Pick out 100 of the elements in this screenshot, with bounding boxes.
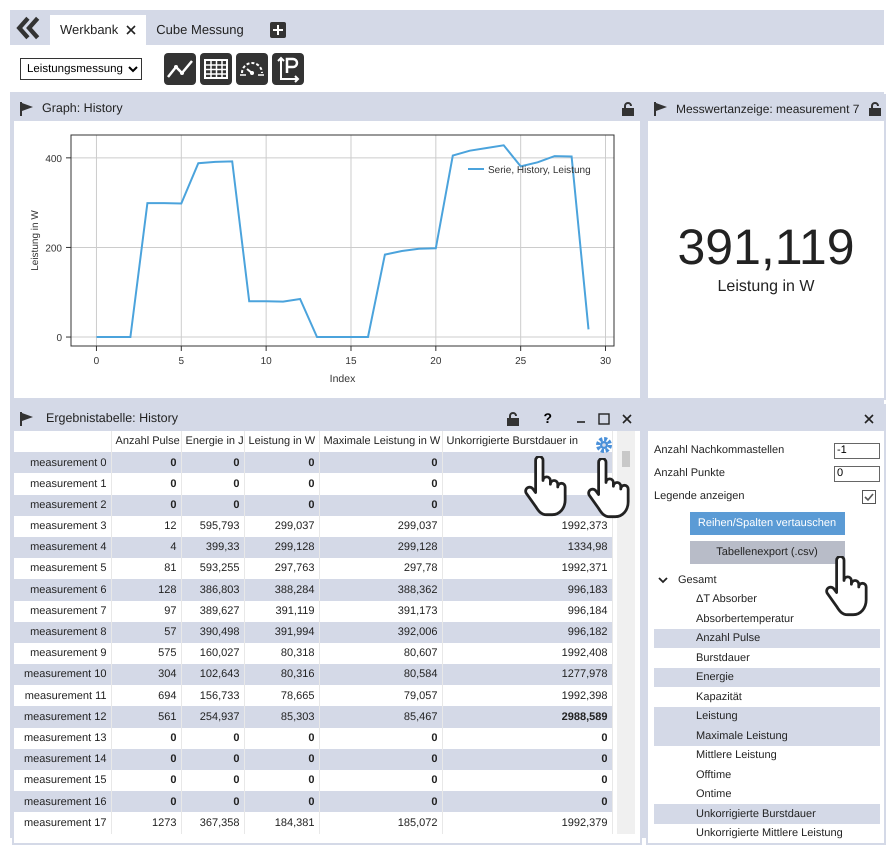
x-tick-label: 10 xyxy=(260,356,272,367)
measured-value: 391,119 xyxy=(677,220,855,275)
chevron-down-icon[interactable] xyxy=(658,574,668,585)
close-icon[interactable] xyxy=(864,414,874,424)
table-cell: 391,994 xyxy=(244,622,319,643)
table-cell: 0 xyxy=(111,494,181,516)
add-tab-icon[interactable] xyxy=(270,22,286,38)
tree-item[interactable]: Mittlere Leistung xyxy=(654,746,880,765)
table-cell: 0 xyxy=(244,452,319,474)
panel-title: Ergebnistabelle: History xyxy=(46,410,180,428)
gauge-icon[interactable] xyxy=(236,52,268,84)
x-tick-label: 0 xyxy=(94,356,100,367)
table-cell: 85,303 xyxy=(244,706,319,728)
table-cell: 0 xyxy=(181,494,244,516)
table-icon[interactable] xyxy=(200,52,232,84)
line-chart-icon[interactable] xyxy=(164,52,196,84)
padlock-icon xyxy=(620,100,636,116)
input-field[interactable]: 0 xyxy=(834,466,880,482)
table-cell: 1992,379 xyxy=(442,812,612,834)
table-cell: 0 xyxy=(442,748,612,770)
table-cell: 184,381 xyxy=(244,812,319,834)
tree-item[interactable]: Absorbertemperatur xyxy=(654,609,880,628)
tree-item[interactable]: Ontime xyxy=(654,784,880,804)
tree-item[interactable]: Kapazität xyxy=(654,687,880,706)
flag-icon xyxy=(18,100,34,116)
scrollbar[interactable] xyxy=(616,431,634,834)
x-tick-label: 20 xyxy=(430,356,442,367)
table-cell: 254,937 xyxy=(181,706,244,728)
flag-icon xyxy=(652,100,668,116)
input-field[interactable]: -1 xyxy=(834,442,880,458)
row-header: measurement 10 xyxy=(14,664,111,686)
tree-node[interactable]: Gesamt xyxy=(654,570,880,590)
row-header: measurement 17 xyxy=(14,812,111,834)
table-cell: 0 xyxy=(319,452,442,474)
close-icon[interactable] xyxy=(622,414,632,424)
scroll-thumb[interactable] xyxy=(622,451,630,467)
close-icon[interactable] xyxy=(126,25,136,35)
table-cell: 102,643 xyxy=(181,664,244,686)
table-cell: 80,316 xyxy=(244,664,319,686)
tab[interactable]: Werkbank xyxy=(50,15,146,45)
table-cell: 128 xyxy=(111,579,181,600)
table-cell: 996,182 xyxy=(442,622,612,643)
tree-item[interactable]: Offtime xyxy=(654,765,880,784)
tree-item[interactable]: Energie xyxy=(654,668,880,687)
table-cell: 299,128 xyxy=(244,536,319,558)
tree-item[interactable]: ΔT Absorber xyxy=(654,590,880,609)
table-cell: 367,358 xyxy=(181,812,244,834)
y-tick-label: 0 xyxy=(56,333,62,344)
tree-item[interactable]: Anzahl Pulse xyxy=(654,628,880,648)
table-cell: 0 xyxy=(319,494,442,516)
tree-item[interactable]: Burstdauer xyxy=(654,648,880,668)
table-cell: 0 xyxy=(181,452,244,474)
table-cell: 1273 xyxy=(111,812,181,834)
table-cell: 388,362 xyxy=(319,579,442,600)
tree-item[interactable]: Leistung xyxy=(654,706,880,726)
padlock-icon xyxy=(505,410,522,426)
action-button[interactable]: Tabellenexport (.csv) xyxy=(690,541,844,564)
axis-p-icon[interactable] xyxy=(272,52,304,84)
x-tick-label: 5 xyxy=(178,356,184,367)
row-header: measurement 4 xyxy=(14,536,111,558)
field-label: Anzahl Nachkommastellen xyxy=(654,443,784,458)
tree-item[interactable]: Maximale Leistung xyxy=(654,726,880,746)
table-cell: 0 xyxy=(244,494,319,516)
table-cell: 388,284 xyxy=(244,579,319,600)
value-label: Leistung in W xyxy=(718,277,814,297)
table-cell: 85,467 xyxy=(319,706,442,728)
table-cell: 561 xyxy=(111,706,181,728)
table-cell: 0 xyxy=(181,748,244,770)
table-cell: 996,183 xyxy=(442,579,612,600)
tab[interactable]: Cube Messung xyxy=(146,15,254,45)
x-tick-label: 15 xyxy=(345,356,357,367)
y-tick-label: 200 xyxy=(45,243,62,254)
table-cell: 0 xyxy=(111,791,181,812)
checkbox[interactable] xyxy=(862,490,876,504)
table-cell: 392,006 xyxy=(319,622,442,643)
help-button[interactable]: ? xyxy=(543,408,552,429)
row-header: measurement 6 xyxy=(14,579,111,600)
dropdown[interactable]: Leistungsmessung xyxy=(20,58,142,80)
table-cell: 0 xyxy=(442,791,612,812)
tree-item[interactable]: Unkorrigierte Mittlere Leistung xyxy=(654,824,880,843)
tree-item[interactable]: Unkorrigierte Burstdauer xyxy=(654,804,880,824)
flag-icon xyxy=(18,410,34,426)
table-cell: 185,072 xyxy=(319,812,442,834)
checkbox-label: Legende anzeigen xyxy=(654,489,745,504)
table-cell: 4 xyxy=(111,536,181,558)
padlock-icon xyxy=(867,100,884,116)
row-header: measurement 12 xyxy=(14,706,111,728)
panel-title: Graph: History xyxy=(42,100,124,118)
table-cell: 0 xyxy=(181,791,244,812)
gear-icon[interactable] xyxy=(594,435,614,455)
table-cell: 0 xyxy=(244,748,319,770)
double-chevron-left-icon[interactable] xyxy=(16,15,42,41)
row-header: measurement 14 xyxy=(14,748,111,770)
row-header: measurement 16 xyxy=(14,791,111,812)
x-axis-label: Index xyxy=(330,373,356,385)
row-header: measurement 2 xyxy=(14,494,111,516)
x-tick-label: 30 xyxy=(600,356,612,367)
maximize-icon[interactable] xyxy=(598,412,610,424)
table-cell: 0 xyxy=(244,791,319,812)
table-cell: 0 xyxy=(319,748,442,770)
